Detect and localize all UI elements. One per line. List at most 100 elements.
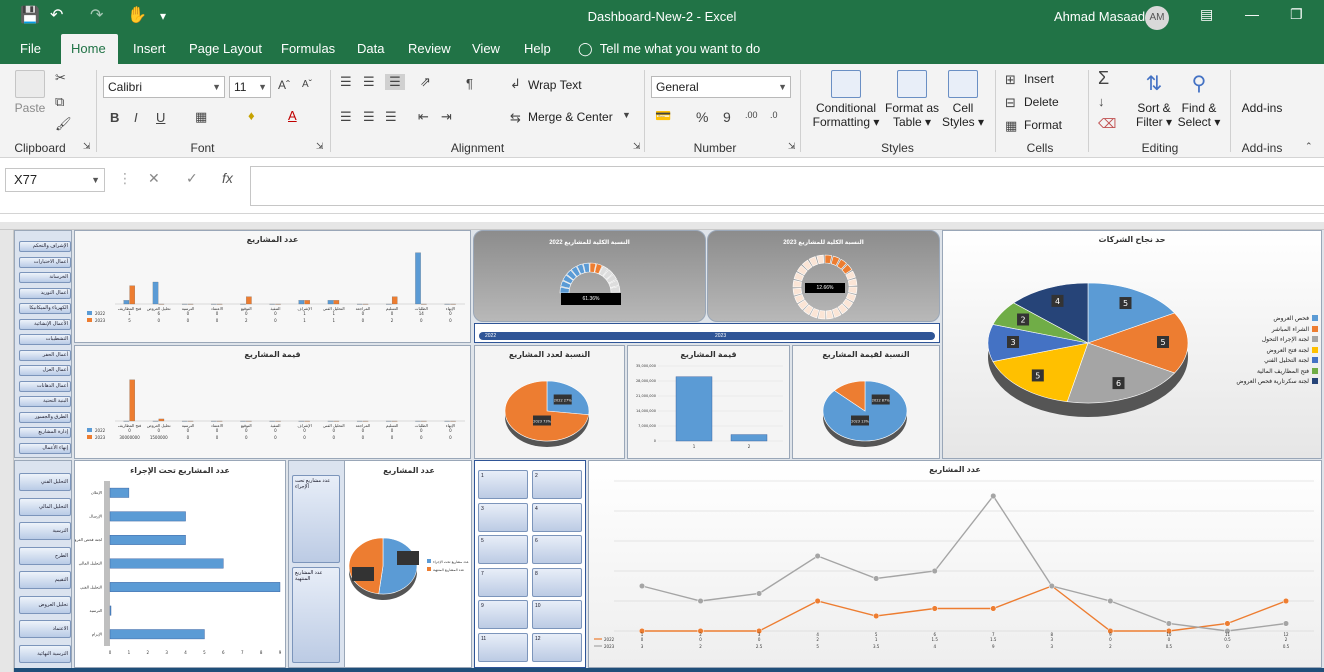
chevron-down-icon[interactable]: ▼: [622, 110, 631, 120]
month-slicer-item[interactable]: 6: [532, 535, 582, 564]
formula-input[interactable]: [250, 166, 1324, 206]
decrease-indent-icon[interactable]: ⇤: [418, 109, 429, 125]
nav-button[interactable]: البنية التحتية: [19, 396, 71, 407]
comma-style-button[interactable]: 9: [723, 109, 731, 125]
nav-button[interactable]: الإشراف والتحكم الهندسي: [19, 241, 71, 252]
borders-icon[interactable]: ▦: [195, 109, 207, 125]
nav-button[interactable]: أعمال الدهانات: [19, 380, 71, 392]
font-name-combo[interactable]: Calibri ▼: [103, 76, 225, 98]
insert-cells-icon[interactable]: ⊞: [1005, 72, 1016, 88]
increase-indent-icon[interactable]: ⇥: [441, 109, 452, 125]
autosum-icon[interactable]: Σ: [1098, 68, 1109, 89]
format-as-table-button[interactable]: Format as Table ▾: [883, 70, 941, 129]
user-name[interactable]: Ahmad Masaad: [1054, 9, 1145, 24]
paste-button[interactable]: Paste: [12, 70, 48, 115]
underline-button[interactable]: U: [156, 110, 165, 125]
enter-icon[interactable]: ✓: [186, 170, 198, 187]
month-slicer-item[interactable]: 2: [532, 470, 582, 499]
restore-icon[interactable]: ❐: [1290, 6, 1303, 23]
nav-button[interactable]: إنهاء الأعمال: [19, 442, 71, 454]
nav-button[interactable]: الأعمال الإنشائية: [19, 318, 71, 330]
delete-cells-icon[interactable]: ⊟: [1005, 95, 1016, 111]
month-slicer-item[interactable]: 3: [478, 502, 528, 532]
insert-function-icon[interactable]: fx: [222, 170, 233, 186]
font-launcher-icon[interactable]: ⇲: [316, 141, 324, 152]
fill-icon[interactable]: ↓: [1098, 94, 1105, 109]
tab-help[interactable]: Help: [514, 34, 561, 64]
orientation-icon[interactable]: ⇗: [420, 74, 431, 90]
tab-file[interactable]: File: [10, 34, 51, 64]
delete-cells-button[interactable]: Delete: [1024, 95, 1059, 109]
conditional-formatting-button[interactable]: Conditional Formatting ▾: [810, 70, 882, 129]
nav-button[interactable]: الكهرباء والميكانيكا: [19, 303, 71, 314]
month-slicer-item[interactable]: 10: [532, 600, 582, 629]
tab-data[interactable]: Data: [347, 34, 394, 64]
avatar[interactable]: AM: [1145, 6, 1169, 30]
align-bottom-icon[interactable]: ☰: [385, 74, 405, 90]
month-slicer-item[interactable]: 5: [478, 535, 528, 564]
increase-decimal-icon[interactable]: .00: [745, 110, 758, 120]
tab-view[interactable]: View: [462, 34, 510, 64]
nav-button[interactable]: الطرح: [19, 546, 71, 565]
month-slicer-item[interactable]: 8: [532, 567, 582, 597]
worksheet[interactable]: الإشراف والتحكم الهندسي أعمال الاختبارات ا…: [0, 222, 1324, 672]
nav-button[interactable]: الخرسانة: [19, 272, 71, 283]
shrink-font-icon[interactable]: Aˇ: [302, 79, 312, 90]
year-slicer-bar[interactable]: 2022 2023: [479, 332, 935, 340]
nav-button[interactable]: أعمال العزل: [19, 365, 71, 376]
wrap-text-button[interactable]: Wrap Text: [528, 78, 582, 92]
merge-center-icon[interactable]: ⇆: [510, 110, 521, 126]
nav-button[interactable]: الطرق والجسور: [19, 411, 71, 423]
fill-color-icon[interactable]: ♦: [248, 108, 255, 123]
format-painter-icon[interactable]: 🖌: [55, 116, 72, 132]
align-middle-icon[interactable]: ☰: [363, 74, 375, 90]
month-slicer-item[interactable]: 11: [478, 632, 528, 662]
customize-qat-icon[interactable]: ▾: [160, 6, 166, 26]
format-cells-button[interactable]: Format: [1024, 118, 1062, 132]
grow-font-icon[interactable]: Aˆ: [278, 78, 290, 92]
wrap-text-icon[interactable]: ↲: [510, 76, 521, 92]
minimize-icon[interactable]: —: [1245, 6, 1259, 22]
tab-formulas[interactable]: Formulas: [271, 34, 345, 64]
nav-button[interactable]: التحليل المالي: [19, 497, 71, 516]
nav-button[interactable]: الاعتماد: [19, 620, 71, 638]
font-color-icon[interactable]: A: [288, 108, 297, 123]
month-slicer-item[interactable]: 1: [478, 470, 528, 499]
clipboard-launcher-icon[interactable]: ⇲: [83, 141, 91, 152]
nav-button[interactable]: أعمال الاختبارات: [19, 256, 71, 268]
add-ins-button[interactable]: Add-ins: [1238, 70, 1286, 115]
decrease-decimal-icon[interactable]: .0: [770, 110, 778, 120]
format-cells-icon[interactable]: ▦: [1005, 118, 1017, 134]
cancel-icon[interactable]: ✕: [148, 170, 160, 187]
nav-button[interactable]: الترسية: [19, 522, 71, 540]
nav-button[interactable]: أعمال الحفر: [19, 349, 71, 361]
rtl-icon[interactable]: ¶: [466, 76, 473, 91]
month-slicer[interactable]: 1 2 3 4 5 6 7 8 9 10 11 12: [474, 460, 586, 668]
name-box[interactable]: X77 ▼: [5, 168, 105, 192]
month-slicer-item[interactable]: 4: [532, 502, 582, 532]
month-slicer-item[interactable]: 12: [532, 632, 582, 662]
italic-button[interactable]: I: [134, 110, 138, 125]
accounting-format-icon[interactable]: 💳: [655, 108, 671, 124]
nav-button[interactable]: التحليل الفني: [19, 473, 71, 491]
month-slicer-item[interactable]: 9: [478, 600, 528, 629]
month-slicer-item[interactable]: 7: [478, 567, 528, 597]
sort-filter-button[interactable]: ⇅ Sort & Filter ▾: [1133, 70, 1175, 129]
align-center-icon[interactable]: ☰: [363, 109, 375, 125]
clear-icon[interactable]: ⌫: [1098, 116, 1116, 132]
number-format-combo[interactable]: General ▼: [651, 76, 791, 98]
collapse-ribbon-icon[interactable]: ⌃: [1305, 141, 1313, 152]
year-slicer[interactable]: 2022 2023: [474, 323, 940, 343]
undo-icon[interactable]: ↶: [50, 6, 63, 26]
nav-button[interactable]: تحليل العروض: [19, 595, 71, 614]
merge-center-button[interactable]: Merge & Center: [528, 110, 613, 124]
cut-icon[interactable]: ✂: [55, 70, 66, 86]
align-top-icon[interactable]: ☰: [340, 74, 352, 90]
tab-review[interactable]: Review: [398, 34, 461, 64]
tell-me-box[interactable]: ◯ Tell me what you want to do: [568, 34, 770, 64]
ribbon-display-icon[interactable]: ▤: [1200, 6, 1213, 23]
align-right-icon[interactable]: ☰: [385, 109, 397, 125]
tab-home[interactable]: Home: [61, 34, 118, 64]
insert-cells-button[interactable]: Insert: [1024, 72, 1054, 86]
nav-button[interactable]: الترسية النهائية: [19, 644, 71, 663]
